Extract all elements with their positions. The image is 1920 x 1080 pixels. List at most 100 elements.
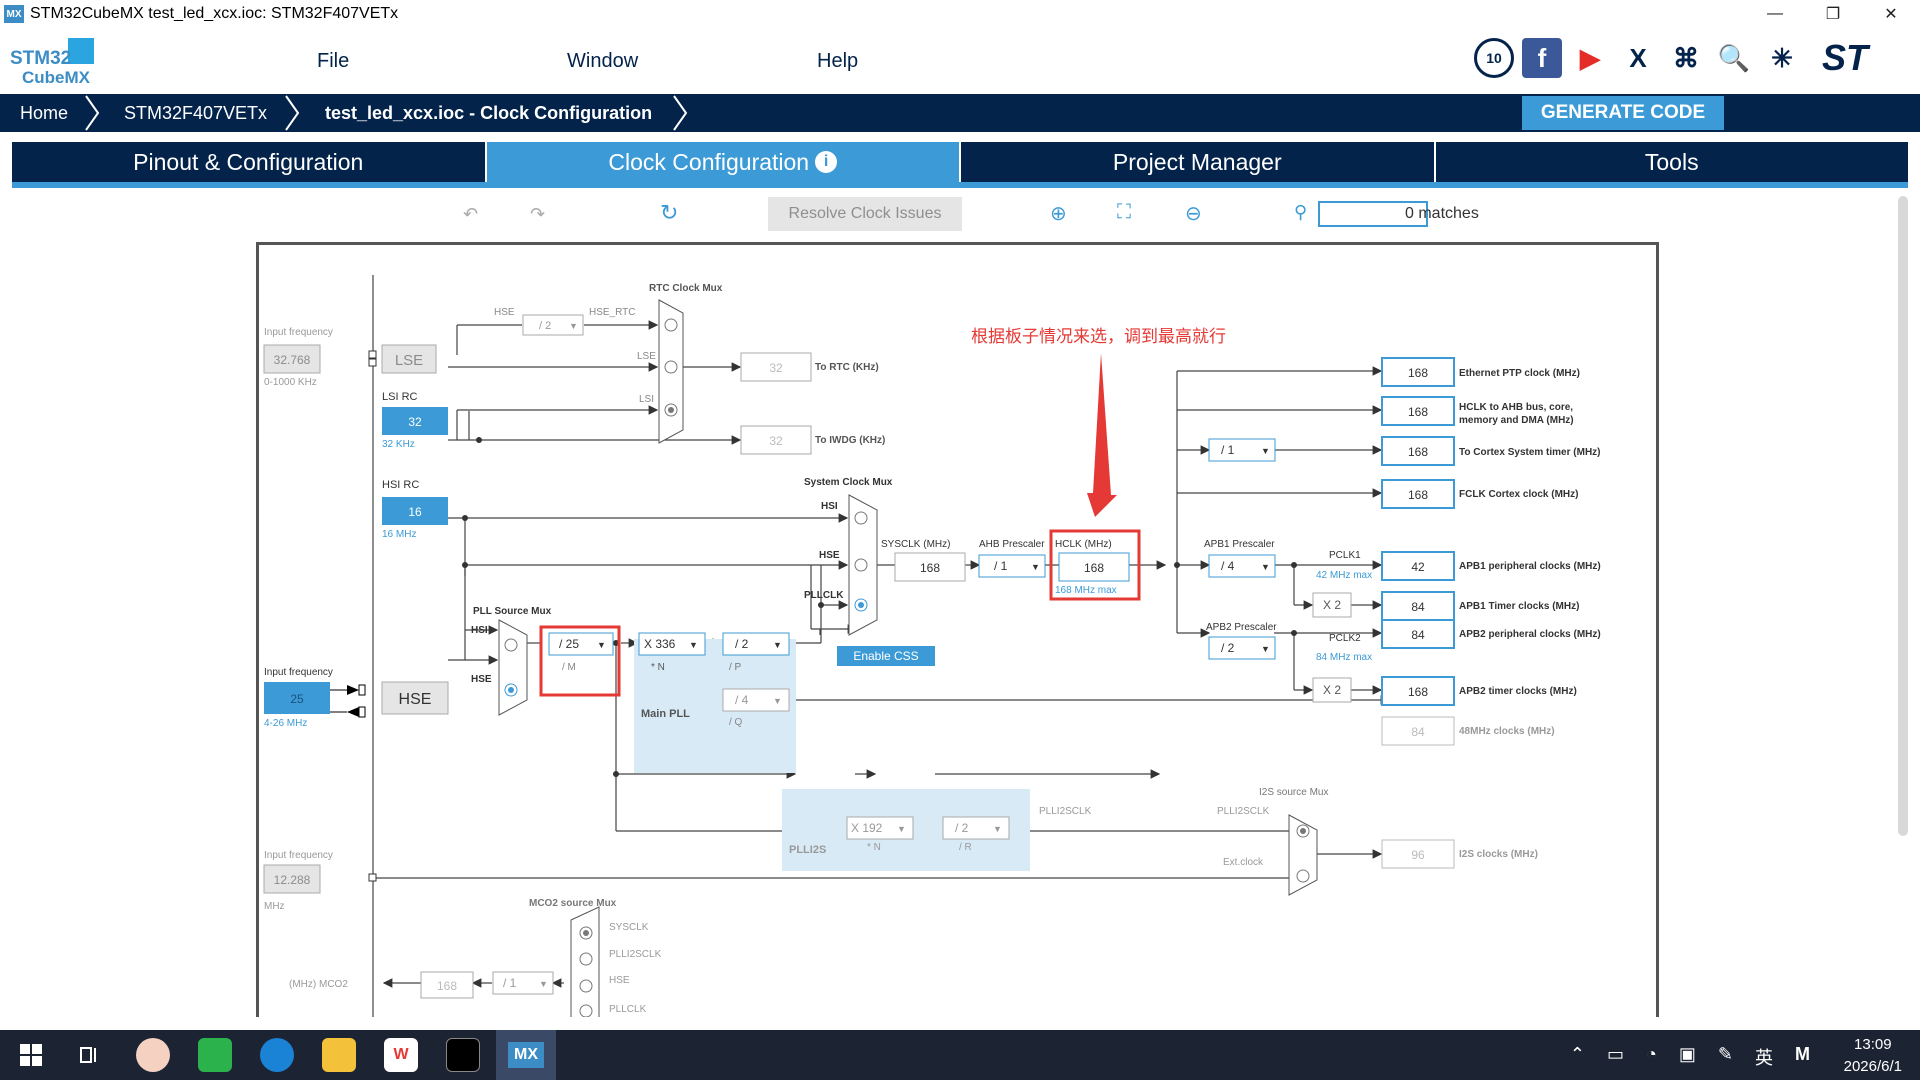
edge-icon[interactable]	[260, 1038, 294, 1072]
tab-project-manager[interactable]: Project Manager	[961, 142, 1436, 182]
output-label: HCLK to AHB bus, core,	[1459, 402, 1573, 413]
mco2-pll-radio[interactable]	[579, 1004, 593, 1017]
chevron-down-icon: ▼	[773, 696, 782, 706]
terminal-icon[interactable]	[446, 1038, 480, 1072]
redo-icon[interactable]: ↷	[530, 204, 545, 225]
maximize-button[interactable]: ❐	[1804, 0, 1862, 28]
menu-help[interactable]: Help	[817, 50, 858, 73]
rtc-mux-lse-radio[interactable]	[664, 360, 678, 374]
st-logo-icon[interactable]: ST	[1810, 37, 1880, 78]
sysclk-value: 168	[920, 561, 940, 575]
zoom-out-icon[interactable]: ⊖	[1185, 201, 1202, 226]
chevron-down-icon: ▼	[597, 640, 606, 650]
close-button[interactable]: ✕	[1862, 0, 1920, 28]
tab-pinout-label: Pinout & Configuration	[133, 148, 364, 175]
ime-mode[interactable]: M	[1795, 1044, 1810, 1070]
lse-freq-value: 32.768	[274, 353, 311, 367]
hse-label: HSE	[399, 691, 432, 708]
minimize-button[interactable]: —	[1746, 0, 1804, 28]
hclk-max: 168 MHz max	[1055, 585, 1117, 596]
chevron-down-icon: ▼	[1031, 562, 1040, 572]
social-links: 10 f ▶ X ⌘ 🔍 ✳ ST	[1474, 37, 1880, 78]
undo-icon[interactable]: ↶	[463, 204, 478, 225]
resolve-clock-issues-button[interactable]: Resolve Clock Issues	[768, 197, 962, 231]
tab-tools[interactable]: Tools	[1436, 142, 1909, 182]
rtc-lsi-label: LSI	[639, 394, 654, 405]
chevron-down-icon: ▼	[539, 979, 548, 989]
chevron-down-icon: ▼	[773, 640, 782, 650]
tab-pinout[interactable]: Pinout & Configuration	[12, 142, 487, 182]
info-icon[interactable]: i	[815, 151, 838, 173]
avatar-icon[interactable]	[136, 1038, 170, 1072]
system-clock[interactable]: 13:09 2026/6/1	[1844, 1034, 1902, 1078]
x-twitter-icon[interactable]: X	[1618, 38, 1658, 78]
breadcrumb-home[interactable]: Home	[20, 103, 68, 124]
zoom-in-icon[interactable]: ⊕	[1050, 201, 1067, 226]
generate-code-button[interactable]: GENERATE CODE	[1522, 96, 1724, 130]
wps-icon[interactable]: W	[384, 1038, 418, 1072]
mco2-plli2s-radio[interactable]	[579, 952, 593, 966]
mco2-sysclk: SYSCLK	[609, 922, 649, 933]
github-icon[interactable]: ⌘	[1666, 38, 1706, 78]
output-value: 84	[1411, 725, 1425, 739]
i2s-input-unit: MHz	[264, 901, 285, 912]
output-label: 48MHz clocks (MHz)	[1459, 726, 1555, 737]
pll-src-label: PLL Source Mux	[473, 606, 552, 617]
output-label: Ethernet PTP clock (MHz)	[1459, 368, 1580, 379]
apb2-value: / 2	[1221, 641, 1235, 655]
anniversary-icon[interactable]: 10	[1474, 38, 1514, 78]
battery-icon[interactable]: ▭	[1607, 1044, 1624, 1070]
pll-src-hsi-radio[interactable]	[504, 638, 518, 652]
logo-line1: STM32	[10, 48, 72, 69]
output-label: APB2 timer clocks (MHz)	[1459, 686, 1577, 697]
fit-screen-icon[interactable]: ⛶	[1117, 201, 1131, 224]
search-icon: ⚲	[1294, 202, 1308, 222]
sys-mux-hse: HSE	[819, 550, 840, 561]
file-explorer-icon[interactable]	[322, 1038, 356, 1072]
youtube-icon[interactable]: ▶	[1570, 38, 1610, 78]
windows-start-icon[interactable]	[14, 1038, 48, 1072]
app-icon: MX	[4, 5, 24, 23]
breadcrumb-mcu[interactable]: STM32F407VETx	[124, 103, 267, 124]
community-search-icon[interactable]: 🔍	[1714, 38, 1754, 78]
vertical-scrollbar[interactable]	[1898, 196, 1908, 836]
chevron-down-icon: ▼	[569, 321, 578, 331]
tray-chevron-up-icon[interactable]: ⌃	[1570, 1044, 1585, 1070]
tab-clock[interactable]: Clock Configuration i	[486, 142, 961, 182]
i2s-mux-ext-radio[interactable]	[1296, 869, 1310, 883]
i2s-input-label: Input frequency	[264, 850, 333, 861]
annotation-arrow-icon	[1087, 353, 1117, 517]
mco2-hse-radio[interactable]	[579, 979, 593, 993]
wechat-icon[interactable]	[198, 1038, 232, 1072]
task-view-icon[interactable]	[72, 1038, 106, 1072]
cortex-div-value: / 1	[1221, 443, 1235, 457]
network-icon[interactable]: ✳	[1762, 38, 1802, 78]
breadcrumb-current: test_led_xcx.ioc - Clock Configuration	[325, 103, 653, 123]
to-rtc-label: To RTC (KHz)	[815, 362, 879, 373]
mco2-mux-label: MCO2 source Mux	[529, 898, 617, 909]
menu-window[interactable]: Window	[567, 50, 638, 73]
output-label: To Cortex System timer (MHz)	[1459, 447, 1601, 458]
clock-diagram: Input frequency 32.768 0-1000 KHz LSE LS…	[256, 242, 1659, 1017]
sys-mux-hsi-radio[interactable]	[854, 511, 868, 525]
hsi-rc-label: HSI RC	[382, 479, 419, 491]
cubemx-taskbar-icon[interactable]: MX	[496, 1030, 556, 1080]
output-label: APB2 peripheral clocks (MHz)	[1459, 629, 1601, 640]
i2s-ext-clock: Ext.clock	[1223, 857, 1264, 868]
ime-indicator[interactable]: 英	[1755, 1044, 1773, 1070]
facebook-icon[interactable]: f	[1522, 38, 1562, 78]
refresh-icon[interactable]: ↻	[660, 200, 678, 226]
plln-value: X 336	[644, 637, 676, 651]
wifi-icon[interactable]: ◔	[1646, 1044, 1657, 1070]
output-value: 168	[1408, 366, 1428, 380]
menu-file[interactable]: File	[317, 50, 349, 73]
security-icon[interactable]: ▣	[1679, 1044, 1696, 1070]
pen-icon[interactable]: ✎	[1718, 1044, 1733, 1070]
lsi-unit: 32 KHz	[382, 439, 415, 450]
plli2s-label: PLLI2S	[789, 844, 826, 856]
rtc-mux-label: RTC Clock Mux	[649, 283, 723, 294]
hclk-value: 168	[1084, 561, 1104, 575]
sys-mux-hse-radio[interactable]	[854, 558, 868, 572]
output-value: 84	[1411, 600, 1425, 614]
rtc-mux-hse-radio[interactable]	[664, 318, 678, 332]
